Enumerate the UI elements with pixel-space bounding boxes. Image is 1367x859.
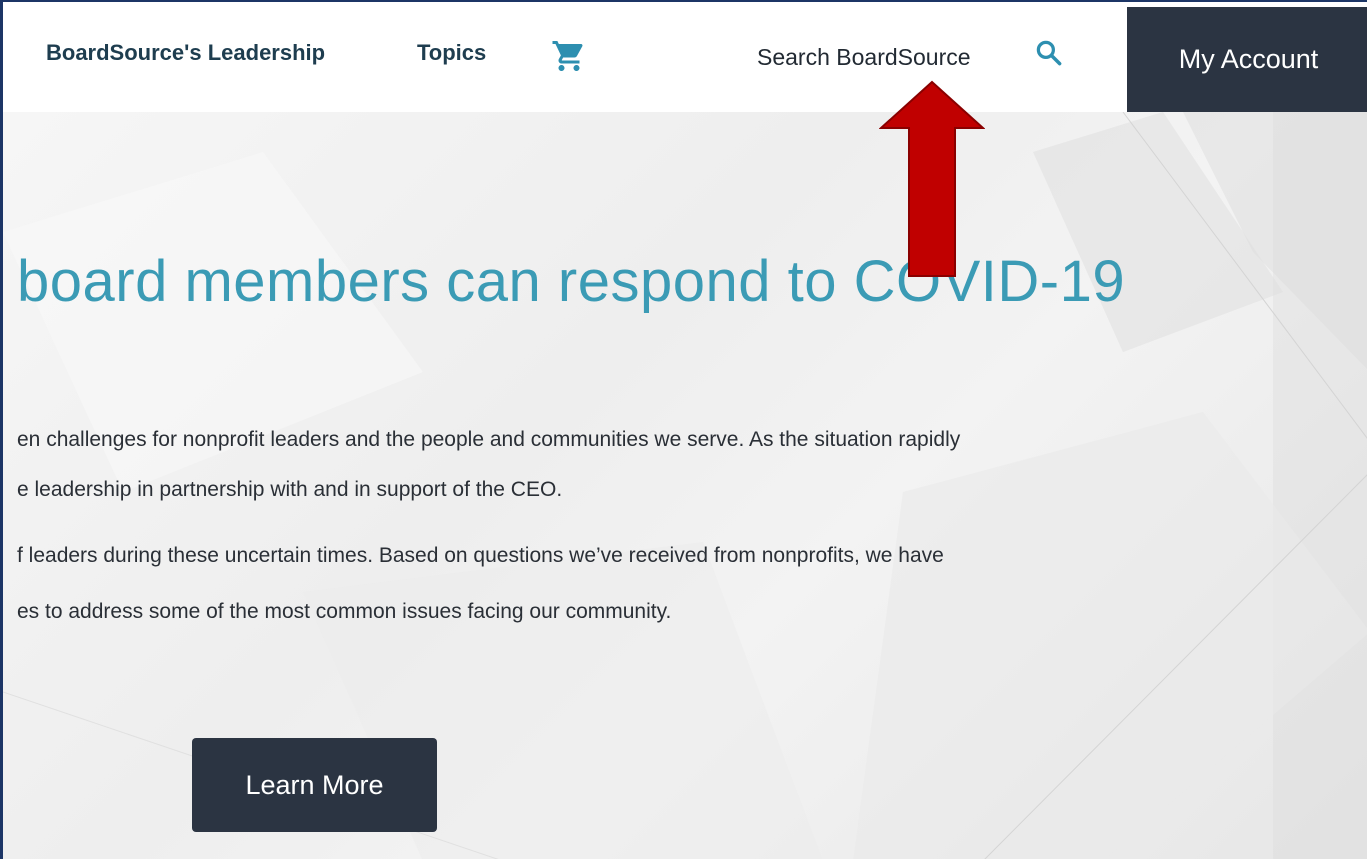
search-label[interactable]: Search BoardSource	[757, 44, 971, 71]
search-icon[interactable]	[1034, 38, 1064, 68]
hero-text-line-1: en challenges for nonprofit leaders and …	[17, 428, 961, 451]
nav-link-topics[interactable]: Topics	[417, 40, 486, 66]
hero-text-line-2: e leadership in partnership with and in …	[17, 478, 563, 501]
site-header: BoardSource's Leadership Topics Search B…	[3, 2, 1367, 112]
hero-text-line-3: f leaders during these uncertain times. …	[17, 544, 944, 567]
hero-text-line-4: es to address some of the most common is…	[17, 600, 672, 623]
learn-more-button[interactable]: Learn More	[192, 738, 437, 832]
browser-frame: BoardSource's Leadership Topics Search B…	[0, 0, 1367, 859]
annotation-arrow-icon	[879, 80, 985, 277]
nav-link-leadership[interactable]: BoardSource's Leadership	[46, 40, 325, 66]
my-account-button[interactable]: My Account	[1127, 7, 1367, 112]
cart-icon[interactable]	[550, 38, 588, 74]
